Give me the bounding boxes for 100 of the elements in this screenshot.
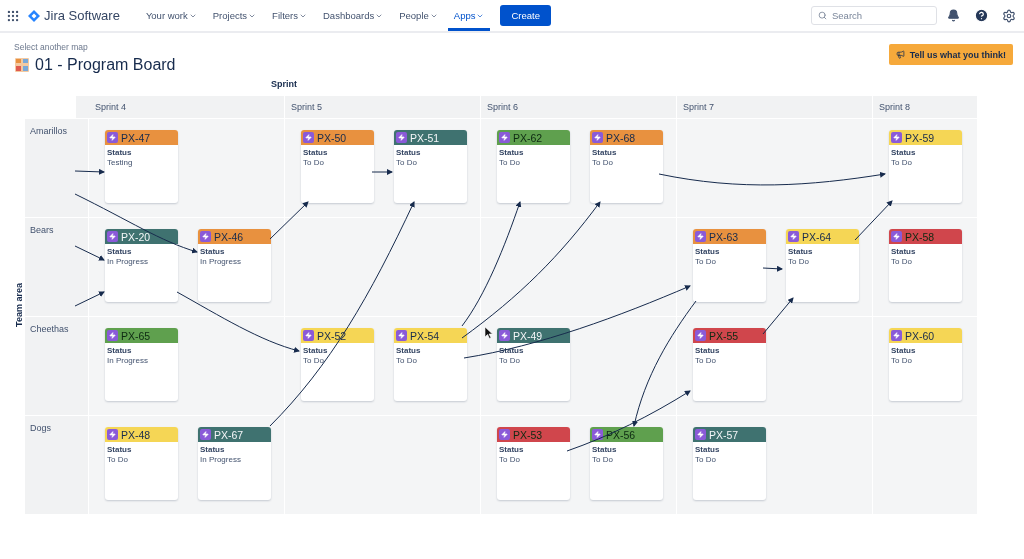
feedback-button[interactable]: Tell us what you think!	[888, 44, 1013, 65]
issue-card[interactable]: PX-49 Status To Do	[497, 328, 570, 401]
dependency-arrow	[854, 200, 893, 241]
nav-item[interactable]: People	[393, 0, 444, 31]
issue-key: PX-67	[214, 428, 244, 441]
field-label: Status	[106, 444, 133, 454]
issue-key: PX-53	[513, 428, 543, 441]
lightning-icon	[396, 330, 407, 341]
lightning-icon	[303, 330, 314, 341]
field-label: Status	[498, 345, 525, 355]
status-value: To Do	[498, 157, 521, 167]
search-field[interactable]: Search	[811, 6, 937, 25]
lightning-icon	[200, 231, 211, 242]
issue-card[interactable]: PX-59 Status To Do	[889, 130, 962, 203]
mouse-cursor-icon	[485, 327, 493, 339]
help-icon[interactable]	[974, 8, 989, 23]
lightning-icon	[499, 330, 510, 341]
field-label: Status	[890, 246, 917, 256]
lightning-icon	[891, 231, 902, 242]
issue-card[interactable]: PX-51 Status To Do	[394, 130, 467, 203]
megaphone-icon	[895, 50, 905, 59]
lightning-icon	[396, 132, 407, 143]
lightning-icon	[695, 330, 706, 341]
sprint-header: Sprint 6	[481, 96, 676, 118]
issue-card[interactable]: PX-20 Status In Progress	[105, 229, 178, 302]
dependency-arrow	[74, 168, 105, 175]
issue-card[interactable]: PX-65 Status In Progress	[105, 328, 178, 401]
create-button[interactable]: Create	[500, 5, 551, 26]
status-value: To Do	[890, 256, 913, 266]
field-label: Status	[395, 147, 422, 157]
lightning-icon	[788, 231, 799, 242]
logo-icon	[28, 9, 40, 22]
lightning-icon	[499, 132, 510, 143]
issue-key: PX-51	[410, 131, 440, 144]
issue-card[interactable]: PX-60 Status To Do	[889, 328, 962, 401]
issue-key: PX-65	[121, 329, 151, 342]
issue-card[interactable]: PX-47 Status Testing	[105, 130, 178, 203]
nav-item[interactable]: Filters	[266, 0, 313, 31]
dependency-arrow	[371, 169, 393, 175]
status-value: To Do	[591, 454, 614, 464]
dependency-arrow	[762, 265, 783, 272]
issue-card[interactable]: PX-57 Status To Do	[693, 427, 766, 500]
issue-card[interactable]: PX-50 Status To Do	[301, 130, 374, 203]
issue-key: PX-60	[905, 329, 935, 342]
lightning-icon	[695, 429, 706, 440]
issue-card[interactable]: PX-64 Status To Do	[786, 229, 859, 302]
issue-card[interactable]: PX-55 Status To Do	[693, 328, 766, 401]
app-switcher-icon[interactable]	[6, 8, 20, 23]
field-label: Status	[199, 444, 226, 454]
team-header: Amarillos	[25, 119, 88, 217]
sprint-header: Sprint 5	[285, 96, 480, 118]
field-label: Status	[106, 246, 133, 256]
status-value: To Do	[498, 454, 521, 464]
sprint-header: Sprint 7	[677, 96, 872, 118]
status-value: To Do	[395, 355, 418, 365]
issue-key: PX-62	[513, 131, 543, 144]
issue-card[interactable]: PX-62 Status To Do	[497, 130, 570, 203]
status-value: To Do	[694, 454, 717, 464]
issue-card[interactable]: PX-54 Status To Do	[394, 328, 467, 401]
field-label: Status	[199, 246, 226, 256]
issue-card[interactable]: PX-63 Status To Do	[693, 229, 766, 302]
issue-card[interactable]: PX-67 Status In Progress	[198, 427, 271, 500]
issue-card[interactable]: PX-68 Status To Do	[590, 130, 663, 203]
status-value: In Progress	[106, 355, 149, 365]
lightning-icon	[499, 429, 510, 440]
nav-item[interactable]: Dashboards	[317, 0, 390, 31]
team-header: Dogs	[25, 416, 88, 514]
lightning-icon	[107, 429, 118, 440]
field-label: Status	[787, 246, 814, 256]
issue-key: PX-55	[709, 329, 739, 342]
status-value: To Do	[302, 157, 325, 167]
nav-item[interactable]: Your work	[139, 0, 203, 31]
issue-key: PX-54	[410, 329, 440, 342]
lightning-icon	[592, 429, 603, 440]
notification-icon[interactable]	[947, 9, 960, 22]
map-selector-link[interactable]: Select another map	[14, 42, 176, 52]
field-label: Status	[106, 345, 133, 355]
settings-icon[interactable]	[1002, 8, 1016, 23]
team-header: Cheethas	[25, 317, 88, 415]
product-name[interactable]: Jira Software	[44, 8, 120, 23]
issue-card[interactable]: PX-56 Status To Do	[590, 427, 663, 500]
nav-item[interactable]: Projects	[206, 0, 263, 31]
issue-key: PX-56	[606, 428, 636, 441]
field-label: Status	[591, 444, 618, 454]
issue-card[interactable]: PX-53 Status To Do	[497, 427, 570, 500]
nav-item[interactable]: Apps	[447, 0, 491, 31]
field-label: Status	[890, 345, 917, 355]
issue-key: PX-57	[709, 428, 739, 441]
issue-card[interactable]: PX-46 Status In Progress	[198, 229, 271, 302]
search-icon	[818, 11, 827, 20]
issue-card[interactable]: PX-52 Status To Do	[301, 328, 374, 401]
field-label: Status	[498, 444, 525, 454]
dependency-arrow	[762, 297, 794, 335]
issue-key: PX-48	[121, 428, 151, 441]
lightning-icon	[891, 132, 902, 143]
board-icon	[14, 57, 30, 73]
lightning-icon	[592, 132, 603, 143]
issue-card[interactable]: PX-48 Status To Do	[105, 427, 178, 500]
issue-card[interactable]: PX-58 Status To Do	[889, 229, 962, 302]
status-value: To Do	[106, 454, 129, 464]
